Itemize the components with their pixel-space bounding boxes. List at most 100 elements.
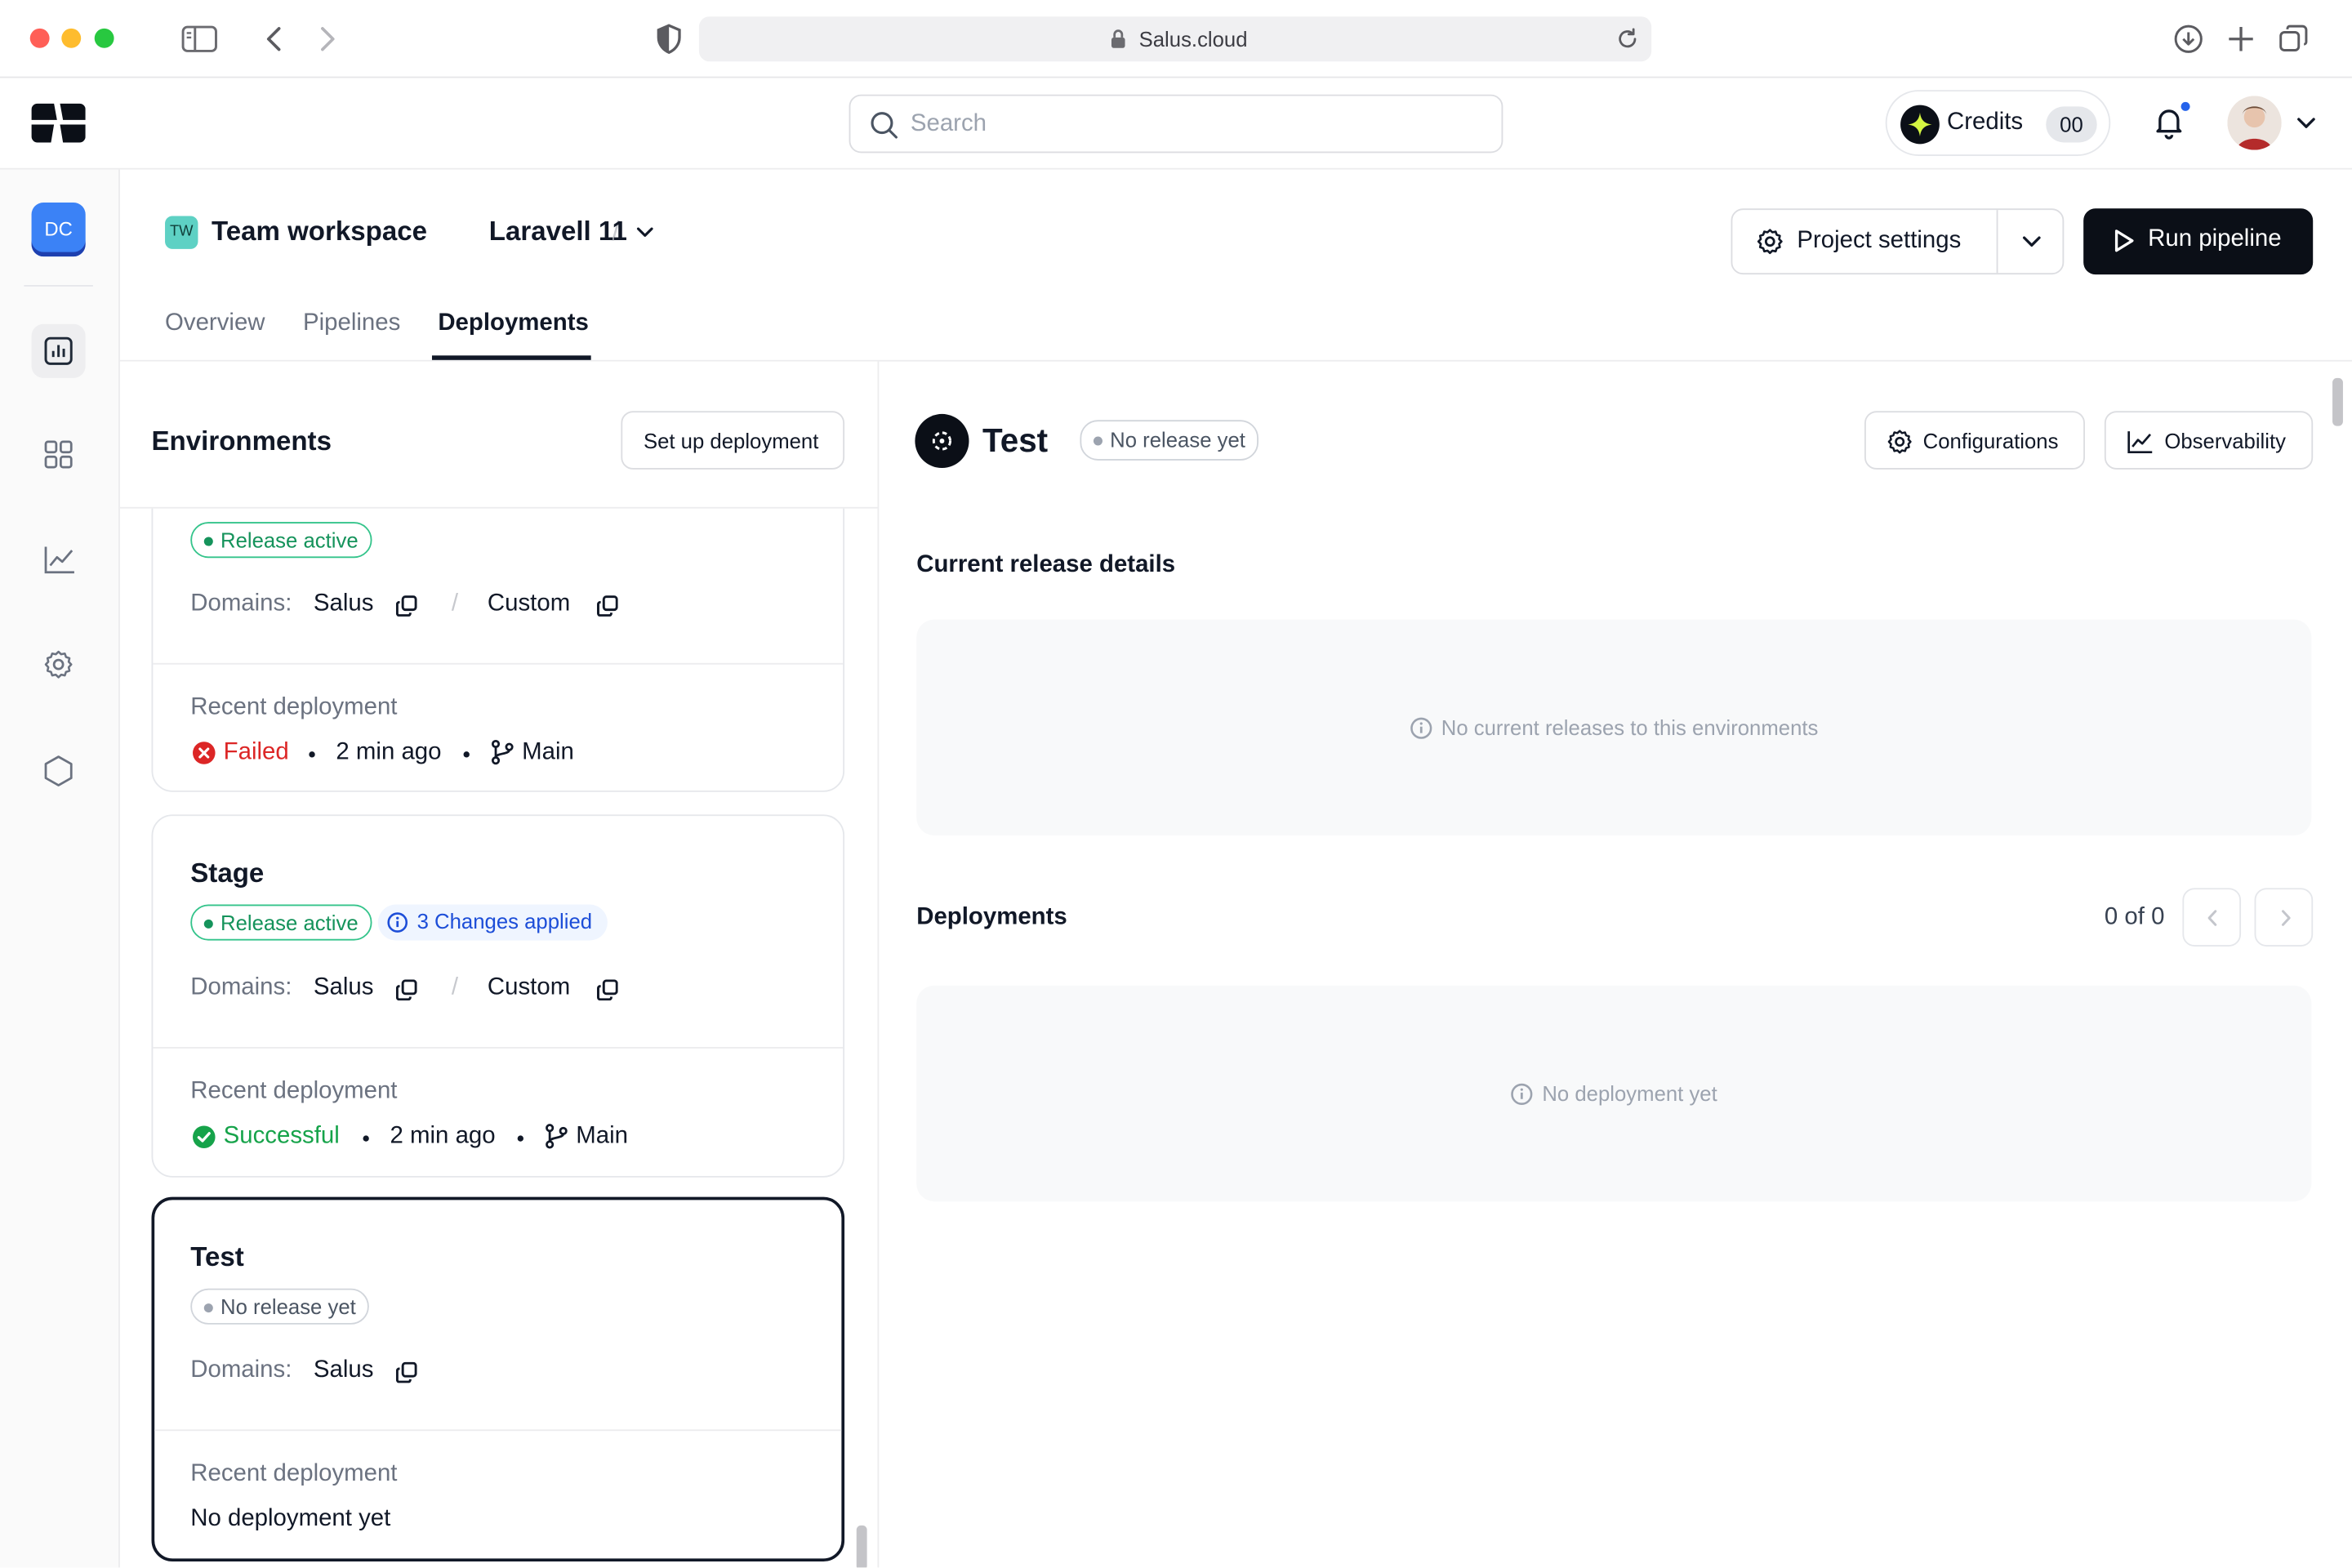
setup-deployment-button[interactable]: Set up deployment — [621, 411, 845, 470]
tab-overview[interactable]: Overview — [165, 310, 265, 337]
domain-custom: Custom — [487, 974, 571, 1001]
sidebar-item-dashboard[interactable] — [31, 323, 86, 378]
info-icon — [387, 912, 408, 933]
deployment-branch: Main — [522, 739, 574, 765]
domain-separator: / — [451, 590, 459, 617]
hexagon-icon — [44, 755, 73, 786]
current-release-empty-message: No current releases to this environments — [916, 715, 2311, 739]
tab-overview-icon[interactable] — [2278, 24, 2309, 54]
domain-custom: Custom — [487, 590, 571, 617]
app-logo-icon[interactable] — [31, 103, 86, 143]
chevron-right-icon — [2281, 910, 2291, 926]
back-icon[interactable] — [264, 24, 285, 54]
app-header: Credits 00 — [0, 78, 2352, 170]
project-settings-button[interactable]: Project settings — [1732, 210, 1996, 273]
next-page-button[interactable] — [2254, 888, 2314, 947]
forward-icon[interactable] — [317, 24, 338, 54]
changes-badge[interactable]: 3 Changes applied — [377, 904, 608, 941]
project-settings-group: Project settings — [1731, 208, 2065, 275]
copy-icon[interactable] — [395, 595, 417, 617]
search-input[interactable] — [910, 108, 1481, 141]
close-window-button[interactable] — [29, 28, 50, 48]
sidebar-divider — [24, 284, 93, 287]
separator-dot — [363, 1135, 369, 1142]
deployment-time: 2 min ago — [390, 1123, 496, 1149]
environments-title: Environments — [151, 425, 332, 457]
environment-card-stage[interactable]: Stage Release active 3 Changes applied D… — [151, 814, 845, 1178]
search-field[interactable] — [849, 94, 1503, 154]
sidebar-item-settings[interactable] — [32, 638, 86, 692]
copy-icon[interactable] — [597, 595, 618, 617]
domain-separator: / — [451, 974, 459, 1001]
project-settings-label: Project settings — [1797, 228, 1962, 254]
release-status-badge: No release yet — [190, 1288, 370, 1325]
deployment-time: 2 min ago — [336, 739, 442, 765]
domains-label: Domains: — [190, 590, 292, 617]
new-tab-icon[interactable] — [2227, 25, 2254, 52]
breadcrumb-workspace[interactable]: Team workspace — [212, 216, 427, 247]
info-icon — [1410, 717, 1432, 739]
configurations-button[interactable]: Configurations — [1864, 411, 2086, 470]
workspace-switcher[interactable]: DC — [31, 202, 86, 257]
environment-card-test[interactable]: Test No release yet Domains: Salus Recen… — [151, 1196, 845, 1562]
pagination-text: 0 of 0 — [2104, 904, 2165, 930]
scrollbar-thumb[interactable] — [856, 1525, 867, 1568]
bell-icon[interactable] — [2154, 106, 2185, 140]
download-icon[interactable] — [2173, 24, 2203, 54]
domain-salus: Salus — [313, 1357, 374, 1383]
environment-name: Stage — [190, 858, 265, 889]
deployments-empty-message: No deployment yet — [916, 1081, 2311, 1106]
credits-count: 00 — [2046, 106, 2097, 143]
bar-chart-icon — [44, 336, 73, 365]
environments-panel: Environments Set up deployment Release a… — [119, 361, 880, 1568]
domain-salus: Salus — [313, 974, 374, 1001]
scrollbar-thumb[interactable] — [2332, 377, 2343, 426]
recent-deployment-label: Recent deployment — [190, 694, 398, 720]
sidebar-item-packages[interactable] — [32, 742, 86, 796]
breadcrumb-project[interactable]: Laravell 11 — [489, 216, 627, 247]
tab-pipelines[interactable]: Pipelines — [303, 310, 400, 337]
sidebar-toggle-icon[interactable] — [181, 25, 217, 52]
chevron-down-icon[interactable] — [2296, 117, 2316, 131]
copy-icon[interactable] — [395, 979, 417, 1001]
privacy-shield-icon[interactable] — [656, 24, 683, 55]
reload-icon[interactable] — [1615, 27, 1639, 51]
no-deployment-text: No deployment yet — [190, 1506, 391, 1532]
project-settings-menu-button[interactable] — [1998, 210, 2064, 273]
search-icon — [871, 112, 898, 139]
deployment-status: Successful — [223, 1123, 340, 1149]
copy-icon[interactable] — [597, 979, 618, 1001]
line-chart-icon — [44, 546, 74, 574]
previous-page-button[interactable] — [2182, 888, 2242, 947]
separator-dot — [463, 751, 470, 758]
address-bar[interactable]: Salus.cloud — [698, 16, 1652, 62]
workspace-badge: TW — [165, 216, 198, 249]
sidebar: DC — [0, 169, 120, 1568]
avatar[interactable] — [2227, 96, 2282, 150]
observability-button[interactable]: Observability — [2104, 411, 2314, 470]
deployment-branch: Main — [576, 1123, 629, 1149]
deployments-empty-state: No deployment yet — [916, 985, 2312, 1202]
sidebar-item-analytics[interactable] — [32, 532, 86, 586]
sidebar-item-apps[interactable] — [32, 427, 86, 481]
release-status-badge: Release active — [190, 904, 372, 941]
tab-deployments[interactable]: Deployments — [438, 310, 589, 337]
gear-icon — [44, 650, 73, 679]
release-status-badge: Release active — [190, 522, 372, 559]
environment-name: Test — [190, 1241, 244, 1272]
maximize-window-button[interactable] — [94, 28, 114, 48]
gear-icon — [1887, 430, 1912, 454]
chevron-left-icon — [2207, 910, 2217, 926]
project-chevron-down-icon[interactable] — [636, 226, 654, 238]
credits-label: Credits — [1947, 109, 2024, 136]
credits-button[interactable]: Credits 00 — [1885, 90, 2111, 157]
release-status-badge: No release yet — [1080, 420, 1259, 461]
separator-dot — [517, 1135, 524, 1142]
copy-icon[interactable] — [395, 1361, 417, 1383]
card-divider — [154, 1429, 842, 1432]
minimize-window-button[interactable] — [61, 28, 82, 48]
domains-label: Domains: — [190, 974, 292, 1001]
run-pipeline-button[interactable]: Run pipeline — [2083, 208, 2314, 275]
run-pipeline-label: Run pipeline — [2148, 226, 2282, 252]
recent-deployment-label: Recent deployment — [190, 1460, 398, 1487]
